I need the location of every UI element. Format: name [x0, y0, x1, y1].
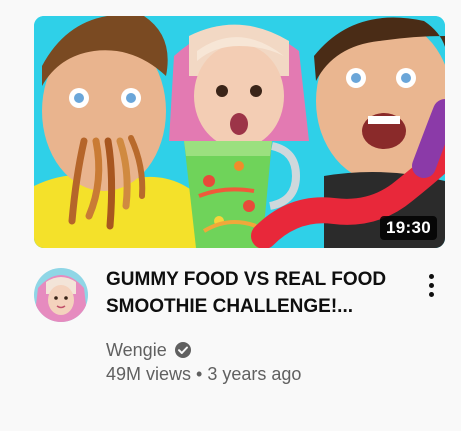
duration-badge: 19:30	[380, 216, 437, 240]
video-card: 19:30 GUMMY FOOD VS REAL FOOD SMOOTHIE C…	[0, 0, 461, 431]
video-title[interactable]: GUMMY FOOD VS REAL FOOD SMOOTHIE CHALLEN…	[106, 266, 406, 320]
video-title-line-1: GUMMY FOOD VS REAL FOOD	[106, 269, 387, 290]
meta-separator: •	[196, 364, 203, 384]
verified-check-icon	[174, 341, 192, 359]
video-metadata: 49M views • 3 years ago	[106, 364, 301, 385]
video-title-line-2: SMOOTHIE CHALLENGE!...	[106, 296, 353, 317]
more-options-button[interactable]	[420, 272, 444, 300]
channel-row: Wengie	[106, 337, 192, 363]
avatar-image	[34, 268, 88, 322]
thumbnail-image	[34, 16, 445, 248]
channel-name-link[interactable]: Wengie	[106, 340, 167, 361]
upload-age: 3 years ago	[207, 364, 302, 384]
video-thumbnail[interactable]: 19:30	[34, 16, 445, 248]
view-count: 49M views	[106, 364, 192, 384]
channel-avatar[interactable]	[34, 268, 88, 322]
